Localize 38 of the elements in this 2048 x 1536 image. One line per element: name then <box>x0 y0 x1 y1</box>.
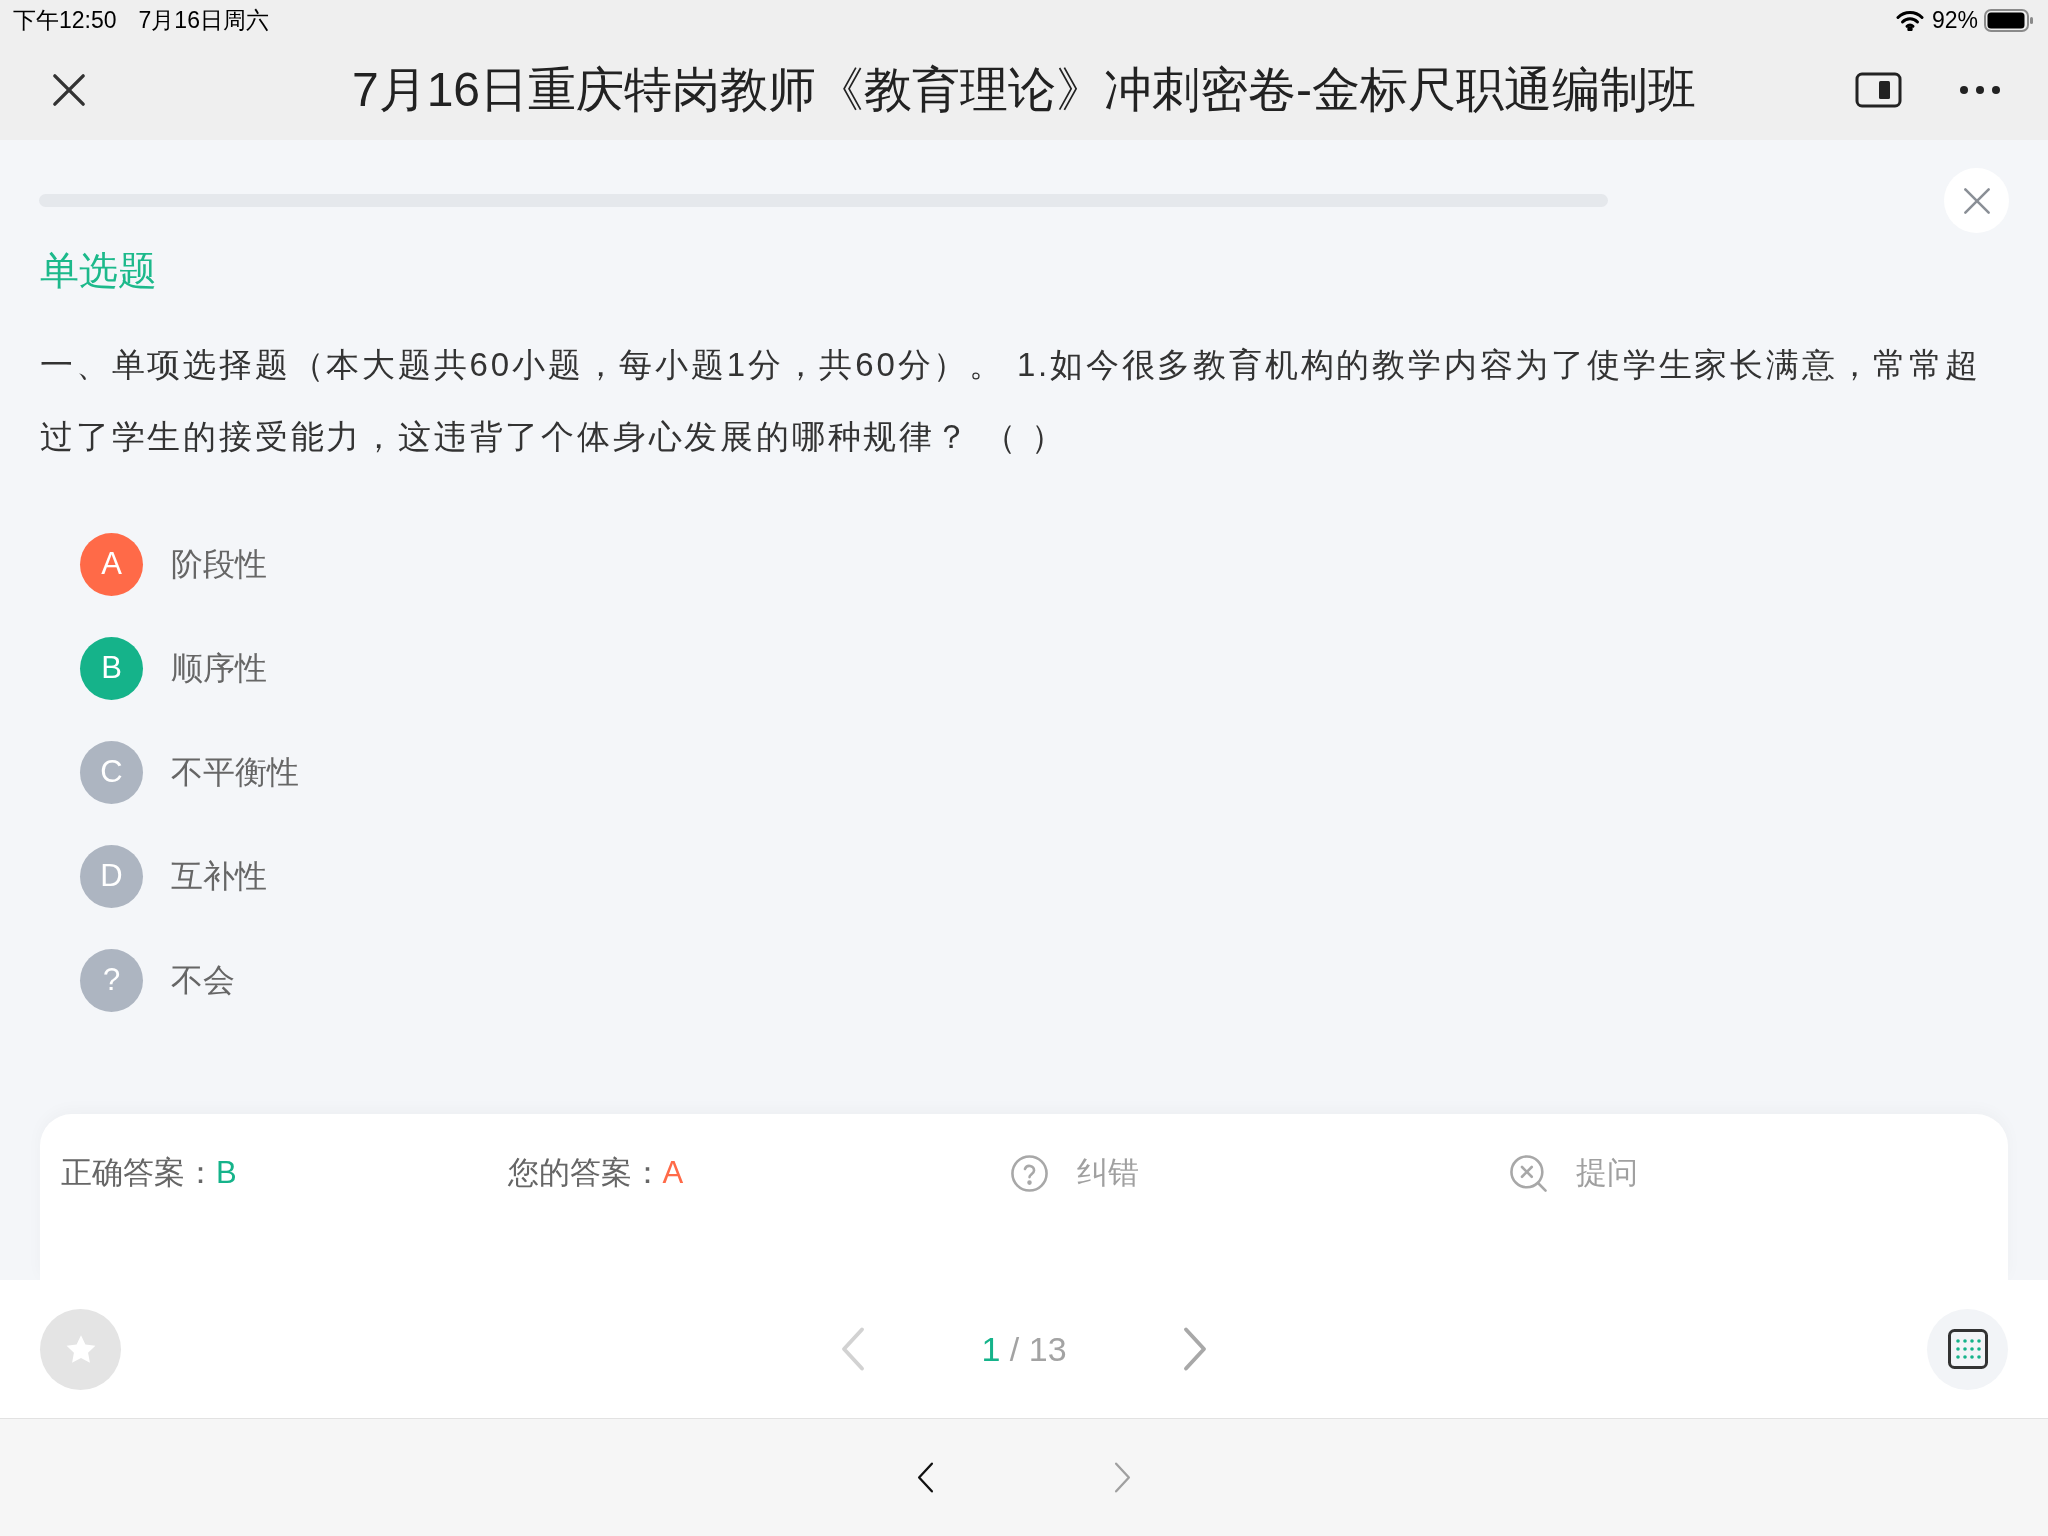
close-icon <box>1962 186 1991 215</box>
option-letter[interactable]: B <box>80 636 143 700</box>
split-view-button[interactable] <box>1855 72 1902 108</box>
ask-question-button[interactable]: 提问 <box>1509 1151 1639 1195</box>
status-date: 7月16日周六 <box>138 5 269 35</box>
option-label[interactable]: 不会 <box>171 956 235 1004</box>
chevron-left-icon <box>917 1461 934 1494</box>
option-letter[interactable]: ? <box>80 948 143 1012</box>
correct-answer: 正确答案：B <box>61 1155 237 1190</box>
page-title: 7月16日重庆特岗教师《教育理论》冲刺密卷-金标尺职通编制班 <box>350 62 1698 118</box>
grid-icon <box>1947 1329 1988 1369</box>
chevron-right-icon <box>1182 1326 1207 1372</box>
your-answer: 您的答案：A <box>507 1155 684 1190</box>
option-letter[interactable]: A <box>80 532 143 596</box>
split-view-icon <box>1855 72 1902 108</box>
option-label[interactable]: 互补性 <box>171 852 267 900</box>
question-text: 一、单项选择题（本大题共60小题，每小题1分，共60分）。 1.如今很多教育机构的教学内容为了使学生家长满意，常常超过了学生的接受能力，这违背了个体身心发展的哪种规律？ （ ） <box>40 345 1982 457</box>
browser-back-button[interactable] <box>917 1461 934 1494</box>
close-icon <box>52 73 86 107</box>
battery-percent: 92% <box>1931 5 1978 35</box>
chevron-left-icon <box>841 1326 866 1372</box>
option-letter[interactable]: D <box>80 844 143 908</box>
report-error-button[interactable]: 纠错 <box>1010 1151 1140 1195</box>
x-circle-search-icon <box>1509 1153 1549 1193</box>
more-button[interactable] <box>1960 86 2000 94</box>
status-time: 下午12:50 <box>13 5 117 35</box>
chevron-right-icon <box>1114 1461 1131 1494</box>
more-icon <box>1960 86 2000 94</box>
page-counter: 1 / 13 <box>981 1328 1067 1370</box>
option-letter[interactable]: C <box>80 740 143 804</box>
option-label[interactable]: 阶段性 <box>171 540 267 588</box>
question-type-label: 单选题 <box>40 248 157 294</box>
wifi-icon <box>1895 9 1924 31</box>
star-icon <box>64 1333 97 1365</box>
option-label[interactable]: 不平衡性 <box>171 748 299 796</box>
option-label[interactable]: 顺序性 <box>171 644 267 692</box>
help-circle-icon <box>1010 1153 1050 1193</box>
battery-icon <box>1984 8 2034 32</box>
